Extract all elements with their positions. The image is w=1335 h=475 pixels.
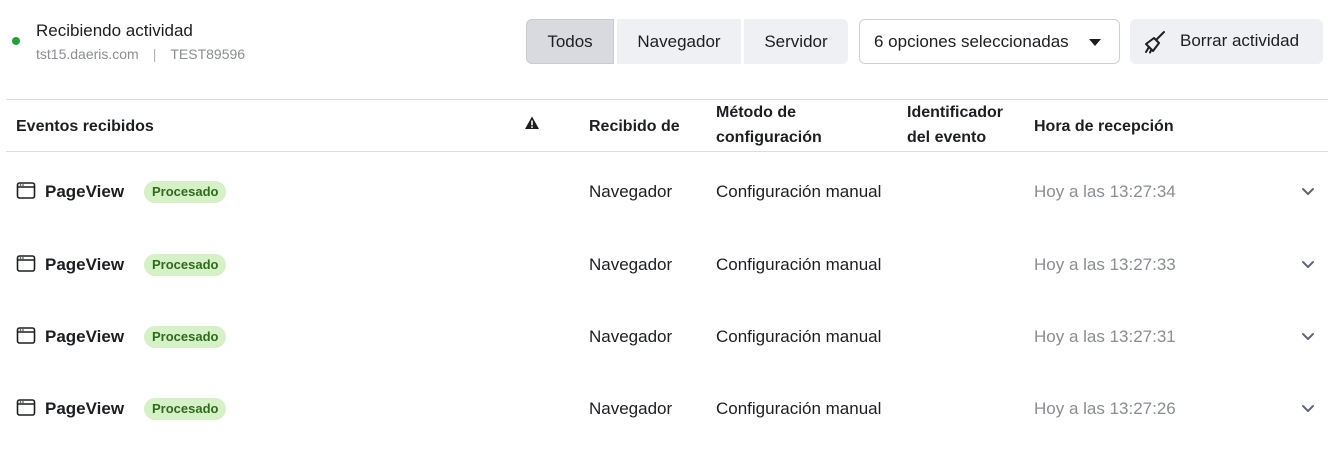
browser-window-icon (16, 399, 36, 416)
received-time: Hoy a las 13:27:34 (1034, 182, 1176, 201)
domain-text: tst15.daeris.com (36, 46, 139, 62)
clear-activity-label: Borrar actividad (1180, 31, 1300, 50)
header-method-line1: Método de (716, 104, 796, 121)
config-method: Configuración manual (716, 399, 882, 418)
event-name: PageView (45, 327, 125, 346)
table-row[interactable]: PageView Procesado Navegador Configuraci… (0, 181, 1335, 231)
options-dropdown[interactable]: 6 opciones seleccionadas (859, 19, 1120, 64)
event-name: PageView (45, 182, 125, 201)
clear-activity-button[interactable]: Borrar actividad (1130, 19, 1323, 64)
warning-triangle-icon (525, 116, 539, 129)
received-time: Hoy a las 13:27:31 (1034, 327, 1176, 346)
received-time: Hoy a las 13:27:33 (1034, 255, 1176, 274)
chevron-down-icon[interactable] (1300, 400, 1316, 416)
browser-window-icon (16, 182, 36, 199)
chevron-down-icon[interactable] (1300, 256, 1316, 272)
separator: | (152, 46, 157, 62)
header-event-id: Identificador del evento (907, 100, 1003, 150)
filter-navegador-button[interactable]: Navegador (617, 19, 741, 64)
received-from: Navegador (589, 182, 673, 201)
received-from: Navegador (589, 327, 673, 346)
filter-servidor-button[interactable]: Servidor (744, 19, 848, 64)
status-subtitle: tst15.daeris.com | TEST89596 (36, 46, 245, 62)
browser-window-icon (16, 327, 36, 344)
divider-top (6, 99, 1328, 100)
chevron-down-icon[interactable] (1300, 328, 1316, 344)
table-row[interactable]: PageView Procesado Navegador Configuraci… (0, 254, 1335, 304)
status-dot-icon (12, 37, 20, 45)
broom-icon (1145, 31, 1165, 54)
options-dropdown-label: 6 opciones seleccionadas (874, 31, 1069, 51)
received-from: Navegador (589, 399, 673, 418)
status-badge: Procesado (144, 398, 227, 420)
status-badge: Procesado (144, 181, 227, 203)
chevron-down-icon[interactable] (1300, 183, 1316, 199)
header-events: Eventos recibidos (16, 118, 154, 135)
header-method-line2: configuración (716, 129, 822, 146)
event-name: PageView (45, 255, 125, 274)
config-method: Configuración manual (716, 182, 882, 201)
event-name: PageView (45, 399, 125, 418)
header-event-id-line2: del evento (907, 129, 987, 146)
table-row[interactable]: PageView Procesado Navegador Configuraci… (0, 326, 1335, 376)
divider-header (6, 151, 1328, 152)
header-method: Método de configuración (716, 100, 822, 150)
config-method: Configuración manual (716, 327, 882, 346)
config-method: Configuración manual (716, 255, 882, 274)
header-received-time: Hora de recepción (1034, 118, 1174, 135)
received-time: Hoy a las 13:27:26 (1034, 399, 1176, 418)
status-title: Recibiendo actividad (36, 21, 193, 40)
header-received-from: Recibido de (589, 118, 680, 135)
status-badge: Procesado (144, 326, 227, 348)
caret-down-icon (1089, 39, 1101, 46)
received-from: Navegador (589, 255, 673, 274)
browser-window-icon (16, 255, 36, 272)
status-badge: Procesado (144, 254, 227, 276)
table-row[interactable]: PageView Procesado Navegador Configuraci… (0, 398, 1335, 448)
test-code: TEST89596 (170, 46, 246, 62)
header-event-id-line1: Identificador (907, 104, 1004, 121)
filter-todos-button[interactable]: Todos (526, 19, 614, 64)
